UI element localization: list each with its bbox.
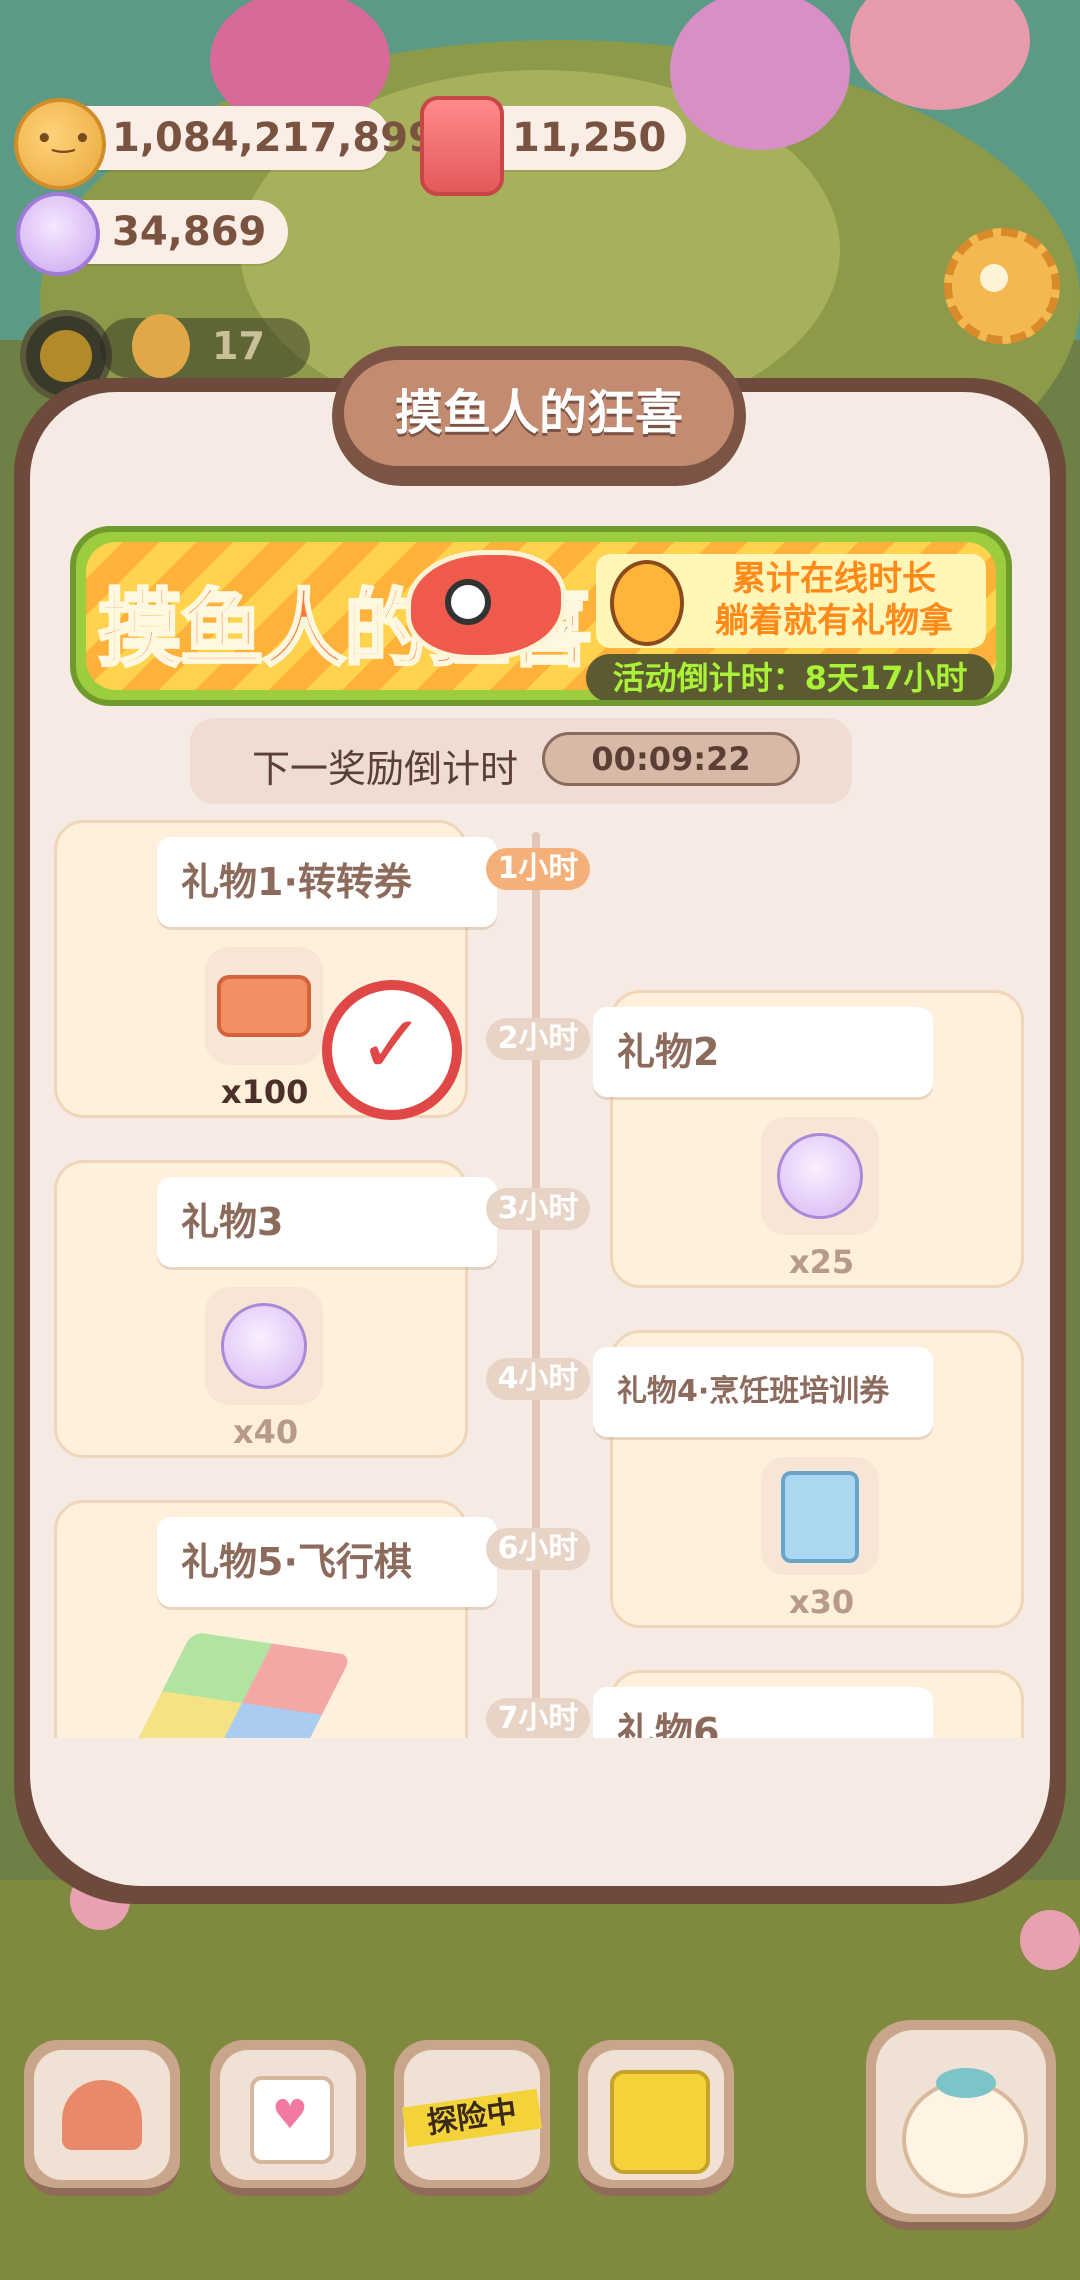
shopping-bag-icon bbox=[610, 2070, 710, 2174]
modal-title-tab: 摸鱼人的狂喜 bbox=[332, 346, 746, 486]
gift-quantity: x40 bbox=[233, 1413, 299, 1451]
hour-marker-4: 4小时 bbox=[486, 1358, 590, 1400]
gift-card-3[interactable]: 礼物3 x40 bbox=[54, 1160, 497, 1458]
event-modal: 摸鱼人的狂喜 累计在线时长 躺着就有礼物拿 活动倒计时：8天17小时 下一奖励倒… bbox=[30, 392, 1050, 1886]
gift-title: 礼物1·转转券 bbox=[157, 837, 497, 927]
claimed-stamp-icon bbox=[322, 980, 462, 1120]
gift-title: 礼物6 bbox=[593, 1687, 933, 1738]
gift-item-slot bbox=[761, 1117, 879, 1235]
fish-icon bbox=[406, 550, 566, 660]
alarm-clock-icon bbox=[610, 560, 684, 646]
gift-card-4[interactable]: 礼物4·烹饪班培训券 x30 bbox=[593, 1330, 1024, 1628]
settings-gear-icon[interactable] bbox=[944, 228, 1060, 344]
gift-item-slot bbox=[205, 1287, 323, 1405]
gift-quantity: x30 bbox=[789, 1583, 855, 1621]
next-reward-bar: 下一奖励倒计时 00:09:22 bbox=[190, 718, 852, 804]
hour-marker-6: 6小时 bbox=[486, 1528, 590, 1570]
nav-button-face bbox=[220, 2050, 356, 2180]
candy-amount: 34,869 bbox=[112, 209, 267, 255]
gift-title: 礼物3 bbox=[157, 1177, 497, 1267]
banner-line-2: 躺着就有礼物拿 bbox=[715, 601, 953, 641]
fish-event-nav-button[interactable] bbox=[866, 2020, 1056, 2230]
gift-card-5[interactable]: 礼物5·飞行棋 bbox=[54, 1500, 497, 1738]
gold-amount: 1,084,217,899 bbox=[112, 115, 436, 161]
candle-icon bbox=[420, 96, 504, 196]
hour-marker-7: 7小时 bbox=[486, 1698, 590, 1738]
board-game-icon bbox=[132, 1631, 352, 1738]
gift-quantity: x25 bbox=[789, 1243, 855, 1281]
character-count: 17 bbox=[212, 324, 265, 368]
modal-title: 摸鱼人的狂喜 bbox=[344, 360, 734, 466]
timeline-line bbox=[532, 832, 540, 1732]
reward-scroll-area[interactable]: 摸鱼人的狂喜 累计在线时长 躺着就有礼物拿 活动倒计时：8天17小时 下一奖励倒… bbox=[44, 518, 1036, 1738]
hour-marker-2: 2小时 bbox=[486, 1018, 590, 1060]
explore-nav-button[interactable]: 探险中 bbox=[394, 2040, 550, 2196]
gift-title: 礼物4·烹饪班培训券 bbox=[593, 1347, 933, 1437]
gift-title: 礼物5·飞行棋 bbox=[157, 1517, 497, 1607]
next-reward-timer: 00:09:22 bbox=[542, 732, 800, 786]
gift-item-slot bbox=[761, 1457, 879, 1575]
event-countdown: 活动倒计时：8天17小时 bbox=[586, 654, 994, 700]
home-nav-button[interactable] bbox=[24, 2040, 180, 2196]
candle-amount: 11,250 bbox=[512, 115, 667, 161]
nav-button-face: 探险中 bbox=[401, 2050, 543, 2180]
diary-nav-button[interactable] bbox=[210, 2040, 366, 2196]
ticket-icon bbox=[217, 975, 311, 1037]
exploring-tape: 探险中 bbox=[401, 2088, 543, 2148]
nav-button-face bbox=[588, 2050, 724, 2180]
gift-item-slot bbox=[205, 947, 323, 1065]
nav-button-face bbox=[876, 2030, 1046, 2214]
nav-button-face bbox=[34, 2050, 170, 2180]
candy-icon bbox=[777, 1133, 863, 1219]
slacker-mascot-icon bbox=[902, 2068, 1028, 2198]
hour-marker-1: 1小时 bbox=[486, 848, 590, 890]
candy-icon bbox=[16, 192, 100, 276]
gift-quantity: x100 bbox=[221, 1073, 309, 1111]
gift-card-6[interactable]: 礼物6 bbox=[593, 1670, 1024, 1738]
gold-coin-icon bbox=[14, 98, 106, 190]
banner-line-1: 累计在线时长 bbox=[732, 559, 936, 599]
character-face-icon bbox=[132, 314, 190, 378]
hour-marker-3: 3小时 bbox=[486, 1188, 590, 1230]
mushroom-house-icon bbox=[62, 2080, 142, 2150]
gift-card-2[interactable]: 礼物2 x25 bbox=[593, 990, 1024, 1288]
heart-notebook-icon bbox=[250, 2076, 334, 2164]
training-book-icon bbox=[781, 1471, 859, 1563]
banner-info-text: 累计在线时长 躺着就有礼物拿 bbox=[684, 558, 984, 642]
character-counter[interactable]: 17 bbox=[100, 314, 310, 378]
shop-nav-button[interactable] bbox=[578, 2040, 734, 2196]
gift-title: 礼物2 bbox=[593, 1007, 933, 1097]
candy-icon bbox=[221, 1303, 307, 1389]
next-reward-label: 下一奖励倒计时 bbox=[252, 747, 519, 791]
event-banner: 摸鱼人的狂喜 累计在线时长 躺着就有礼物拿 活动倒计时：8天17小时 bbox=[70, 526, 1012, 706]
